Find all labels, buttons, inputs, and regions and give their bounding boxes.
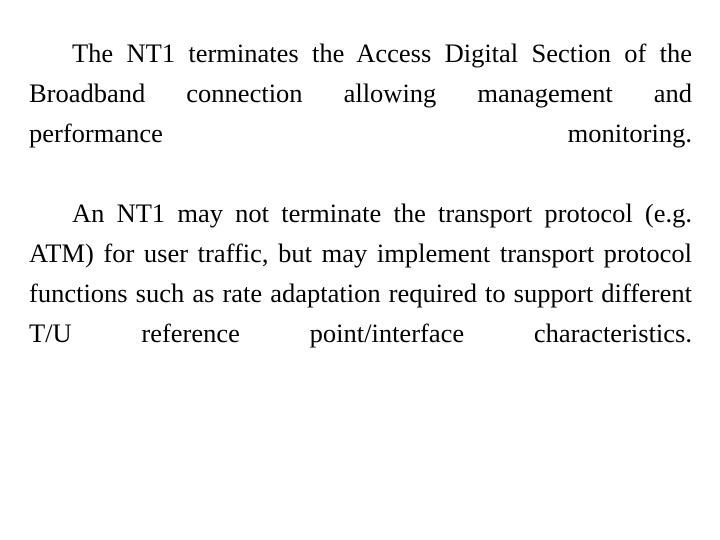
slide-body-text: The NT1 terminates the Access Digital Se…: [29, 33, 692, 393]
body-paragraph: An NT1 may not terminate the transport p…: [29, 198, 692, 348]
body-paragraph: The NT1 terminates the Access Digital Se…: [29, 38, 692, 148]
slide-canvas: The NT1 terminates the Access Digital Se…: [0, 0, 720, 540]
